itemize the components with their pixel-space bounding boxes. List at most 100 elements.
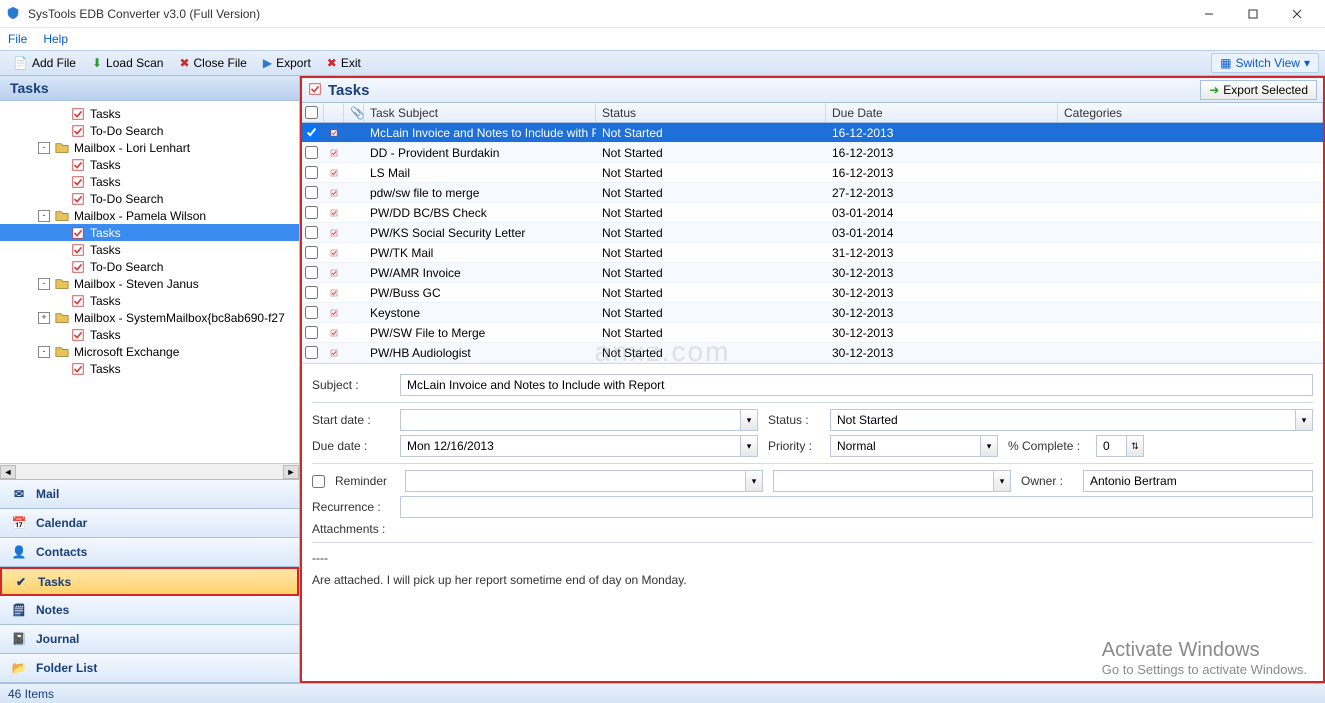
menu-file[interactable]: File xyxy=(8,32,27,46)
row-checkbox[interactable] xyxy=(305,166,318,179)
nav-item-folder-list[interactable]: 📂Folder List xyxy=(0,654,299,683)
menu-help[interactable]: Help xyxy=(43,32,68,46)
table-row[interactable]: McLain Invoice and Notes to Include with… xyxy=(302,123,1323,143)
table-row[interactable]: PW/KS Social Security LetterNot Started0… xyxy=(302,223,1323,243)
row-checkbox[interactable] xyxy=(305,326,318,339)
tree-hscrollbar[interactable]: ◄ ► xyxy=(0,463,299,479)
close-file-button[interactable]: ✖Close File xyxy=(172,53,253,73)
tree-toggle[interactable]: - xyxy=(38,142,50,154)
nav-item-journal[interactable]: 📓Journal xyxy=(0,625,299,654)
add-file-button[interactable]: 📄Add File xyxy=(6,53,83,73)
tree-node[interactable]: -Mailbox - Pamela Wilson xyxy=(0,207,299,224)
tree-toggle[interactable]: + xyxy=(38,312,50,324)
status-field[interactable] xyxy=(830,409,1295,431)
table-row[interactable]: PW/Buss GCNot Started30-12-2013 xyxy=(302,283,1323,303)
due-date-dropdown[interactable]: ▾ xyxy=(740,435,758,457)
priority-dropdown[interactable]: ▾ xyxy=(980,435,998,457)
scroll-left-button[interactable]: ◄ xyxy=(0,465,16,479)
nav-item-mail[interactable]: ✉Mail xyxy=(0,480,299,509)
scroll-right-button[interactable]: ► xyxy=(283,465,299,479)
tree-node[interactable]: To-Do Search xyxy=(0,122,299,139)
row-checkbox[interactable] xyxy=(305,266,318,279)
right-pane: Tasks ➜Export Selected 📎 Task Subject St… xyxy=(300,76,1325,683)
col-header-checkbox[interactable] xyxy=(302,103,324,122)
folder-tree[interactable]: TasksTo-Do Search-Mailbox - Lori Lenhart… xyxy=(0,101,299,463)
tree-node[interactable]: +Mailbox - SystemMailbox{bc8ab690-f27 xyxy=(0,309,299,326)
exit-button[interactable]: ✖Exit xyxy=(320,53,368,73)
row-checkbox[interactable] xyxy=(305,206,318,219)
row-checkbox[interactable] xyxy=(305,126,318,139)
status-dropdown[interactable]: ▾ xyxy=(1295,409,1313,431)
select-all-checkbox[interactable] xyxy=(305,106,318,119)
maximize-button[interactable] xyxy=(1231,0,1275,28)
pct-complete-field[interactable] xyxy=(1096,435,1126,457)
row-checkbox[interactable] xyxy=(305,226,318,239)
tree-node[interactable]: -Mailbox - Steven Janus xyxy=(0,275,299,292)
col-header-attachment[interactable]: 📎 xyxy=(344,103,364,122)
row-flag-cell xyxy=(324,186,344,200)
tree-node[interactable]: To-Do Search xyxy=(0,258,299,275)
switch-view-icon: ▦ xyxy=(1220,56,1231,70)
table-row[interactable]: PW/SW File to MergeNot Started30-12-2013 xyxy=(302,323,1323,343)
minimize-button[interactable] xyxy=(1187,0,1231,28)
recurrence-field[interactable] xyxy=(400,496,1313,518)
table-row[interactable]: LS MailNot Started16-12-2013 xyxy=(302,163,1323,183)
scroll-thumb[interactable] xyxy=(16,467,283,477)
table-row[interactable]: pdw/sw file to mergeNot Started27-12-201… xyxy=(302,183,1323,203)
export-selected-button[interactable]: ➜Export Selected xyxy=(1200,80,1317,100)
row-checkbox[interactable] xyxy=(305,246,318,259)
row-checkbox[interactable] xyxy=(305,346,318,359)
tree-node[interactable]: -Mailbox - Lori Lenhart xyxy=(0,139,299,156)
priority-field[interactable] xyxy=(830,435,980,457)
tree-node[interactable]: Tasks xyxy=(0,241,299,258)
row-subject: PW/Buss GC xyxy=(364,286,596,300)
export-button[interactable]: ▶Export xyxy=(256,53,318,73)
tree-node[interactable]: Tasks xyxy=(0,173,299,190)
reminder-date-field[interactable] xyxy=(405,470,745,492)
nav-item-calendar[interactable]: 📅Calendar xyxy=(0,509,299,538)
row-checkbox[interactable] xyxy=(305,306,318,319)
tree-node[interactable]: Tasks xyxy=(0,105,299,122)
table-row[interactable]: PW/AMR InvoiceNot Started30-12-2013 xyxy=(302,263,1323,283)
col-header-subject[interactable]: Task Subject xyxy=(364,103,596,122)
pct-complete-spinner[interactable]: ⇅ xyxy=(1126,435,1144,457)
tree-node[interactable]: -Microsoft Exchange xyxy=(0,343,299,360)
owner-field[interactable] xyxy=(1083,470,1313,492)
tree-toggle[interactable]: - xyxy=(38,346,50,358)
table-row[interactable]: DD - Provident BurdakinNot Started16-12-… xyxy=(302,143,1323,163)
switch-view-button[interactable]: ▦Switch View▾ xyxy=(1211,53,1319,73)
tree-node[interactable]: To-Do Search xyxy=(0,190,299,207)
tree-node[interactable]: Tasks xyxy=(0,156,299,173)
reminder-time-field[interactable] xyxy=(773,470,993,492)
tree-toggle[interactable]: - xyxy=(38,210,50,222)
subject-field[interactable] xyxy=(400,374,1313,396)
table-row[interactable]: PW/TK MailNot Started31-12-2013 xyxy=(302,243,1323,263)
tree-node[interactable]: Tasks xyxy=(0,292,299,309)
col-header-status[interactable]: Status xyxy=(596,103,826,122)
tree-toggle[interactable]: - xyxy=(38,278,50,290)
tree-node[interactable]: Tasks xyxy=(0,224,299,241)
due-date-field[interactable] xyxy=(400,435,740,457)
start-date-dropdown[interactable]: ▾ xyxy=(740,409,758,431)
col-header-categories[interactable]: Categories xyxy=(1058,103,1323,122)
nav-item-notes[interactable]: 🗒Notes xyxy=(0,596,299,625)
row-checkbox[interactable] xyxy=(305,146,318,159)
grid-body[interactable]: McLain Invoice and Notes to Include with… xyxy=(302,123,1323,363)
close-button[interactable] xyxy=(1275,0,1319,28)
tree-node[interactable]: Tasks xyxy=(0,326,299,343)
reminder-date-dropdown[interactable]: ▾ xyxy=(745,470,763,492)
nav-item-contacts[interactable]: 👤Contacts xyxy=(0,538,299,567)
nav-item-tasks[interactable]: ✔Tasks xyxy=(0,567,299,596)
col-header-due[interactable]: Due Date xyxy=(826,103,1058,122)
load-scan-button[interactable]: ⬇Load Scan xyxy=(85,53,170,73)
tree-node[interactable]: Tasks xyxy=(0,360,299,377)
reminder-checkbox[interactable] xyxy=(312,475,325,488)
table-row[interactable]: PW/HB AudiologistNot Started30-12-2013 xyxy=(302,343,1323,363)
col-header-flag[interactable] xyxy=(324,103,344,122)
row-checkbox[interactable] xyxy=(305,286,318,299)
table-row[interactable]: KeystoneNot Started30-12-2013 xyxy=(302,303,1323,323)
row-checkbox[interactable] xyxy=(305,186,318,199)
start-date-field[interactable] xyxy=(400,409,740,431)
table-row[interactable]: PW/DD BC/BS CheckNot Started03-01-2014 xyxy=(302,203,1323,223)
reminder-time-dropdown[interactable]: ▾ xyxy=(993,470,1011,492)
